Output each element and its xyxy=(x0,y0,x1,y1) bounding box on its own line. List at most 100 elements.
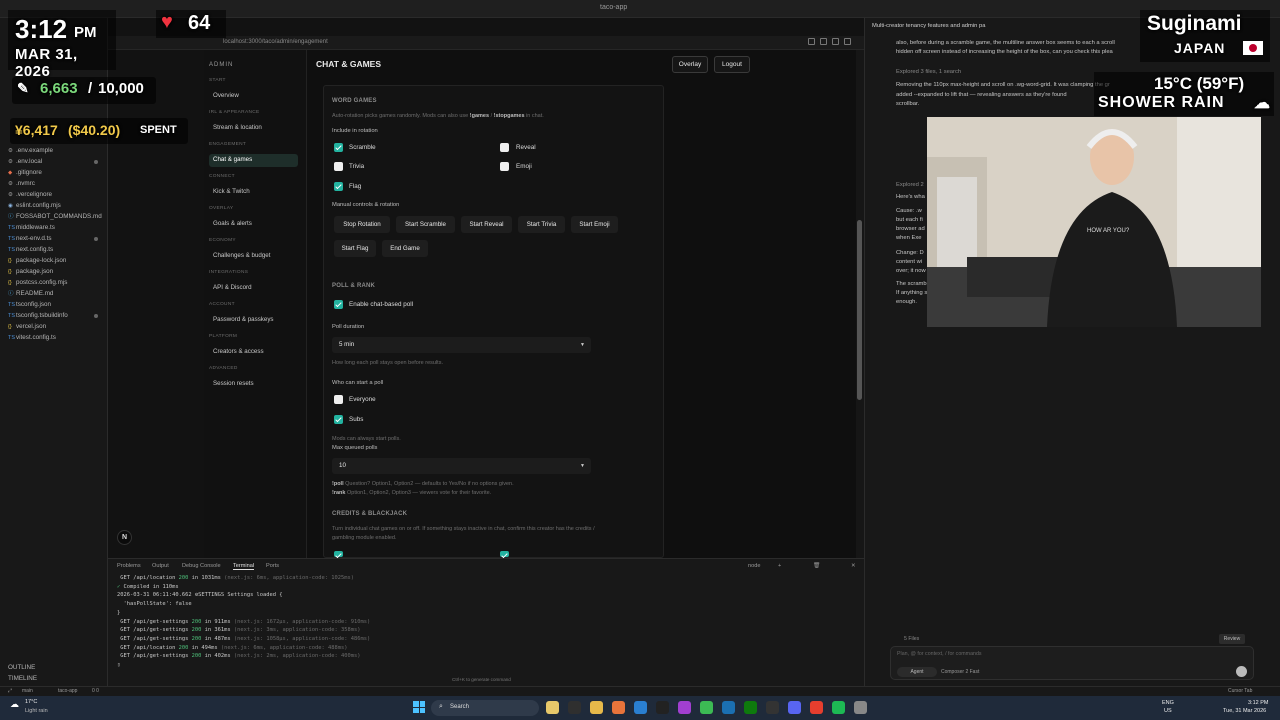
keyboard-layout[interactable]: US xyxy=(1164,708,1172,714)
file-item[interactable]: TStsconfig.json xyxy=(0,299,108,310)
start-flag-button[interactable]: Start Flag xyxy=(334,240,376,257)
nav-item[interactable]: API & Discord xyxy=(213,284,252,291)
file-item[interactable]: ◉ eslint.config.mjs xyxy=(0,200,108,211)
screenshot-icon[interactable] xyxy=(808,38,815,45)
xbox-icon[interactable] xyxy=(744,701,757,714)
file-item[interactable]: TSmiddleware.ts xyxy=(0,222,108,233)
start-trivia-button[interactable]: Start Trivia xyxy=(518,216,565,233)
start-emoji-button[interactable]: Start Emoji xyxy=(571,216,618,233)
obs-icon[interactable] xyxy=(678,701,691,714)
emoji-checkbox[interactable] xyxy=(500,162,509,171)
subs-checkbox[interactable] xyxy=(334,415,343,424)
end-game-button[interactable]: End Game xyxy=(382,240,428,257)
file-item[interactable]: ⓘ FOSSABOT_COMMANDS.md xyxy=(0,211,108,222)
nav-item[interactable]: Chat & games xyxy=(213,156,252,163)
weather-widget-icon[interactable]: ☁ xyxy=(10,699,19,710)
url-text[interactable]: localhost:3000/taco/admin/engagement xyxy=(223,39,328,45)
nav-item[interactable]: Challenges & budget xyxy=(213,252,270,259)
nav-item[interactable]: Kick & Twitch xyxy=(213,188,250,195)
logout-button[interactable]: Logout xyxy=(714,56,750,73)
composer-placeholder[interactable]: Plan, @ for context, / for commands xyxy=(897,651,982,657)
next-dev-badge[interactable]: N xyxy=(117,530,132,545)
file-item[interactable]: ⓘ README.md xyxy=(0,288,108,299)
trash-icon[interactable]: 🗑 xyxy=(813,563,820,569)
file-item[interactable]: ⚙ .nvmrc xyxy=(0,178,108,189)
add-terminal-icon[interactable]: + xyxy=(778,563,781,569)
review-button[interactable]: Review xyxy=(1219,634,1245,644)
steam-icon[interactable] xyxy=(722,701,735,714)
gamble-checkbox[interactable] xyxy=(500,551,509,557)
send-button[interactable] xyxy=(1236,666,1247,677)
terminal-icon[interactable] xyxy=(766,701,779,714)
discord-icon[interactable] xyxy=(788,701,801,714)
model-selector[interactable]: Composer 2 Fast xyxy=(941,669,979,675)
cursor-tab-status[interactable]: Cursor Tab xyxy=(1228,688,1252,694)
chrome-icon[interactable] xyxy=(700,701,713,714)
enable-poll-checkbox[interactable] xyxy=(334,300,343,309)
agent-mode-button[interactable]: Agent xyxy=(897,667,937,677)
close-icon[interactable]: ✕ xyxy=(851,563,856,569)
reveal-checkbox[interactable] xyxy=(500,143,509,152)
taskbar-weather-temp[interactable]: 17°C xyxy=(25,699,37,705)
terminal-shell-label[interactable]: node xyxy=(748,563,760,569)
nav-item[interactable]: Stream & location xyxy=(213,124,262,131)
taskbar-date[interactable]: Tue, 31 Mar 2026 xyxy=(1223,708,1266,714)
file-item[interactable]: TSnext-env.d.ts xyxy=(0,233,108,244)
scroll-thumb[interactable] xyxy=(857,220,862,400)
start-reveal-button[interactable]: Start Reveal xyxy=(461,216,512,233)
project-name[interactable]: taco-app xyxy=(58,688,77,694)
app-icon[interactable] xyxy=(810,701,823,714)
stop-rotation-button[interactable]: Stop Rotation xyxy=(334,216,390,233)
tab-problems[interactable]: Problems xyxy=(117,563,141,569)
file-item[interactable]: {} package.json xyxy=(0,266,108,277)
cursor-app-icon[interactable] xyxy=(656,701,669,714)
nav-item[interactable]: Overview xyxy=(213,92,239,99)
timeline-section[interactable]: TIMELINE xyxy=(0,673,108,684)
file-item[interactable]: {} postcss.config.mjs xyxy=(0,277,108,288)
tab-terminal[interactable]: Terminal xyxy=(233,563,255,570)
language-code[interactable]: ENG xyxy=(1162,700,1174,706)
vscode-icon[interactable] xyxy=(634,701,647,714)
spotify-icon[interactable] xyxy=(832,701,845,714)
nav-item[interactable]: Password & passkeys xyxy=(213,316,274,323)
open-external-icon[interactable] xyxy=(832,38,839,45)
overlay-button[interactable]: Overlay xyxy=(672,56,708,73)
nav-item[interactable]: Goals & alerts xyxy=(213,220,252,227)
file-item[interactable]: ⚙ .env.example xyxy=(0,145,108,156)
everyone-checkbox[interactable] xyxy=(334,395,343,404)
outline-section[interactable]: OUTLINE xyxy=(0,662,108,673)
trivia-checkbox[interactable] xyxy=(334,162,343,171)
files-changed[interactable]: 5 Files xyxy=(904,636,919,642)
blackjack-checkbox[interactable] xyxy=(334,551,343,557)
file-item[interactable]: ◆ .gitignore xyxy=(0,167,108,178)
tab-ports[interactable]: Ports xyxy=(266,563,279,569)
files-app-icon[interactable] xyxy=(546,701,559,714)
file-item[interactable]: ⚙ .vercelignore xyxy=(0,189,108,200)
firefox-icon[interactable] xyxy=(612,701,625,714)
poll-duration-select[interactable]: 5 min ▼ xyxy=(332,337,591,353)
file-item[interactable]: TSvitest.config.ts xyxy=(0,332,108,343)
tab-output[interactable]: Output xyxy=(152,563,169,569)
file-item[interactable]: ⚙ .env.local xyxy=(0,156,108,167)
taskbar-clock[interactable]: 3:12 PM xyxy=(1248,700,1268,706)
windows-start-icon[interactable] xyxy=(413,701,425,713)
file-item[interactable]: {} vercel.json xyxy=(0,321,108,332)
file-item[interactable]: {} package-lock.json xyxy=(0,255,108,266)
folder-icon[interactable] xyxy=(590,701,603,714)
max-queued-select[interactable]: 10 ▼ xyxy=(332,458,591,474)
flag-checkbox[interactable] xyxy=(334,182,343,191)
file-item[interactable]: TStsconfig.tsbuildinfo xyxy=(0,310,108,321)
branch-name[interactable]: main xyxy=(22,688,33,694)
task-view-icon[interactable] xyxy=(568,701,581,714)
close-tab-icon[interactable] xyxy=(844,38,851,45)
taskbar-search[interactable]: ⌕ Search xyxy=(431,700,539,716)
scramble-checkbox[interactable] xyxy=(334,143,343,152)
file-item[interactable]: TSnext.config.ts xyxy=(0,244,108,255)
taskbar-weather-desc[interactable]: Light rain xyxy=(25,708,48,714)
tab-debug-console[interactable]: Debug Console xyxy=(182,563,221,569)
copy-icon[interactable] xyxy=(820,38,827,45)
address-bar[interactable]: localhost:3000/taco/admin/engagement xyxy=(108,36,864,50)
remote-icon[interactable]: ⤢ xyxy=(8,688,12,694)
settings-icon[interactable] xyxy=(854,701,867,714)
nav-item[interactable]: Creators & access xyxy=(213,348,264,355)
